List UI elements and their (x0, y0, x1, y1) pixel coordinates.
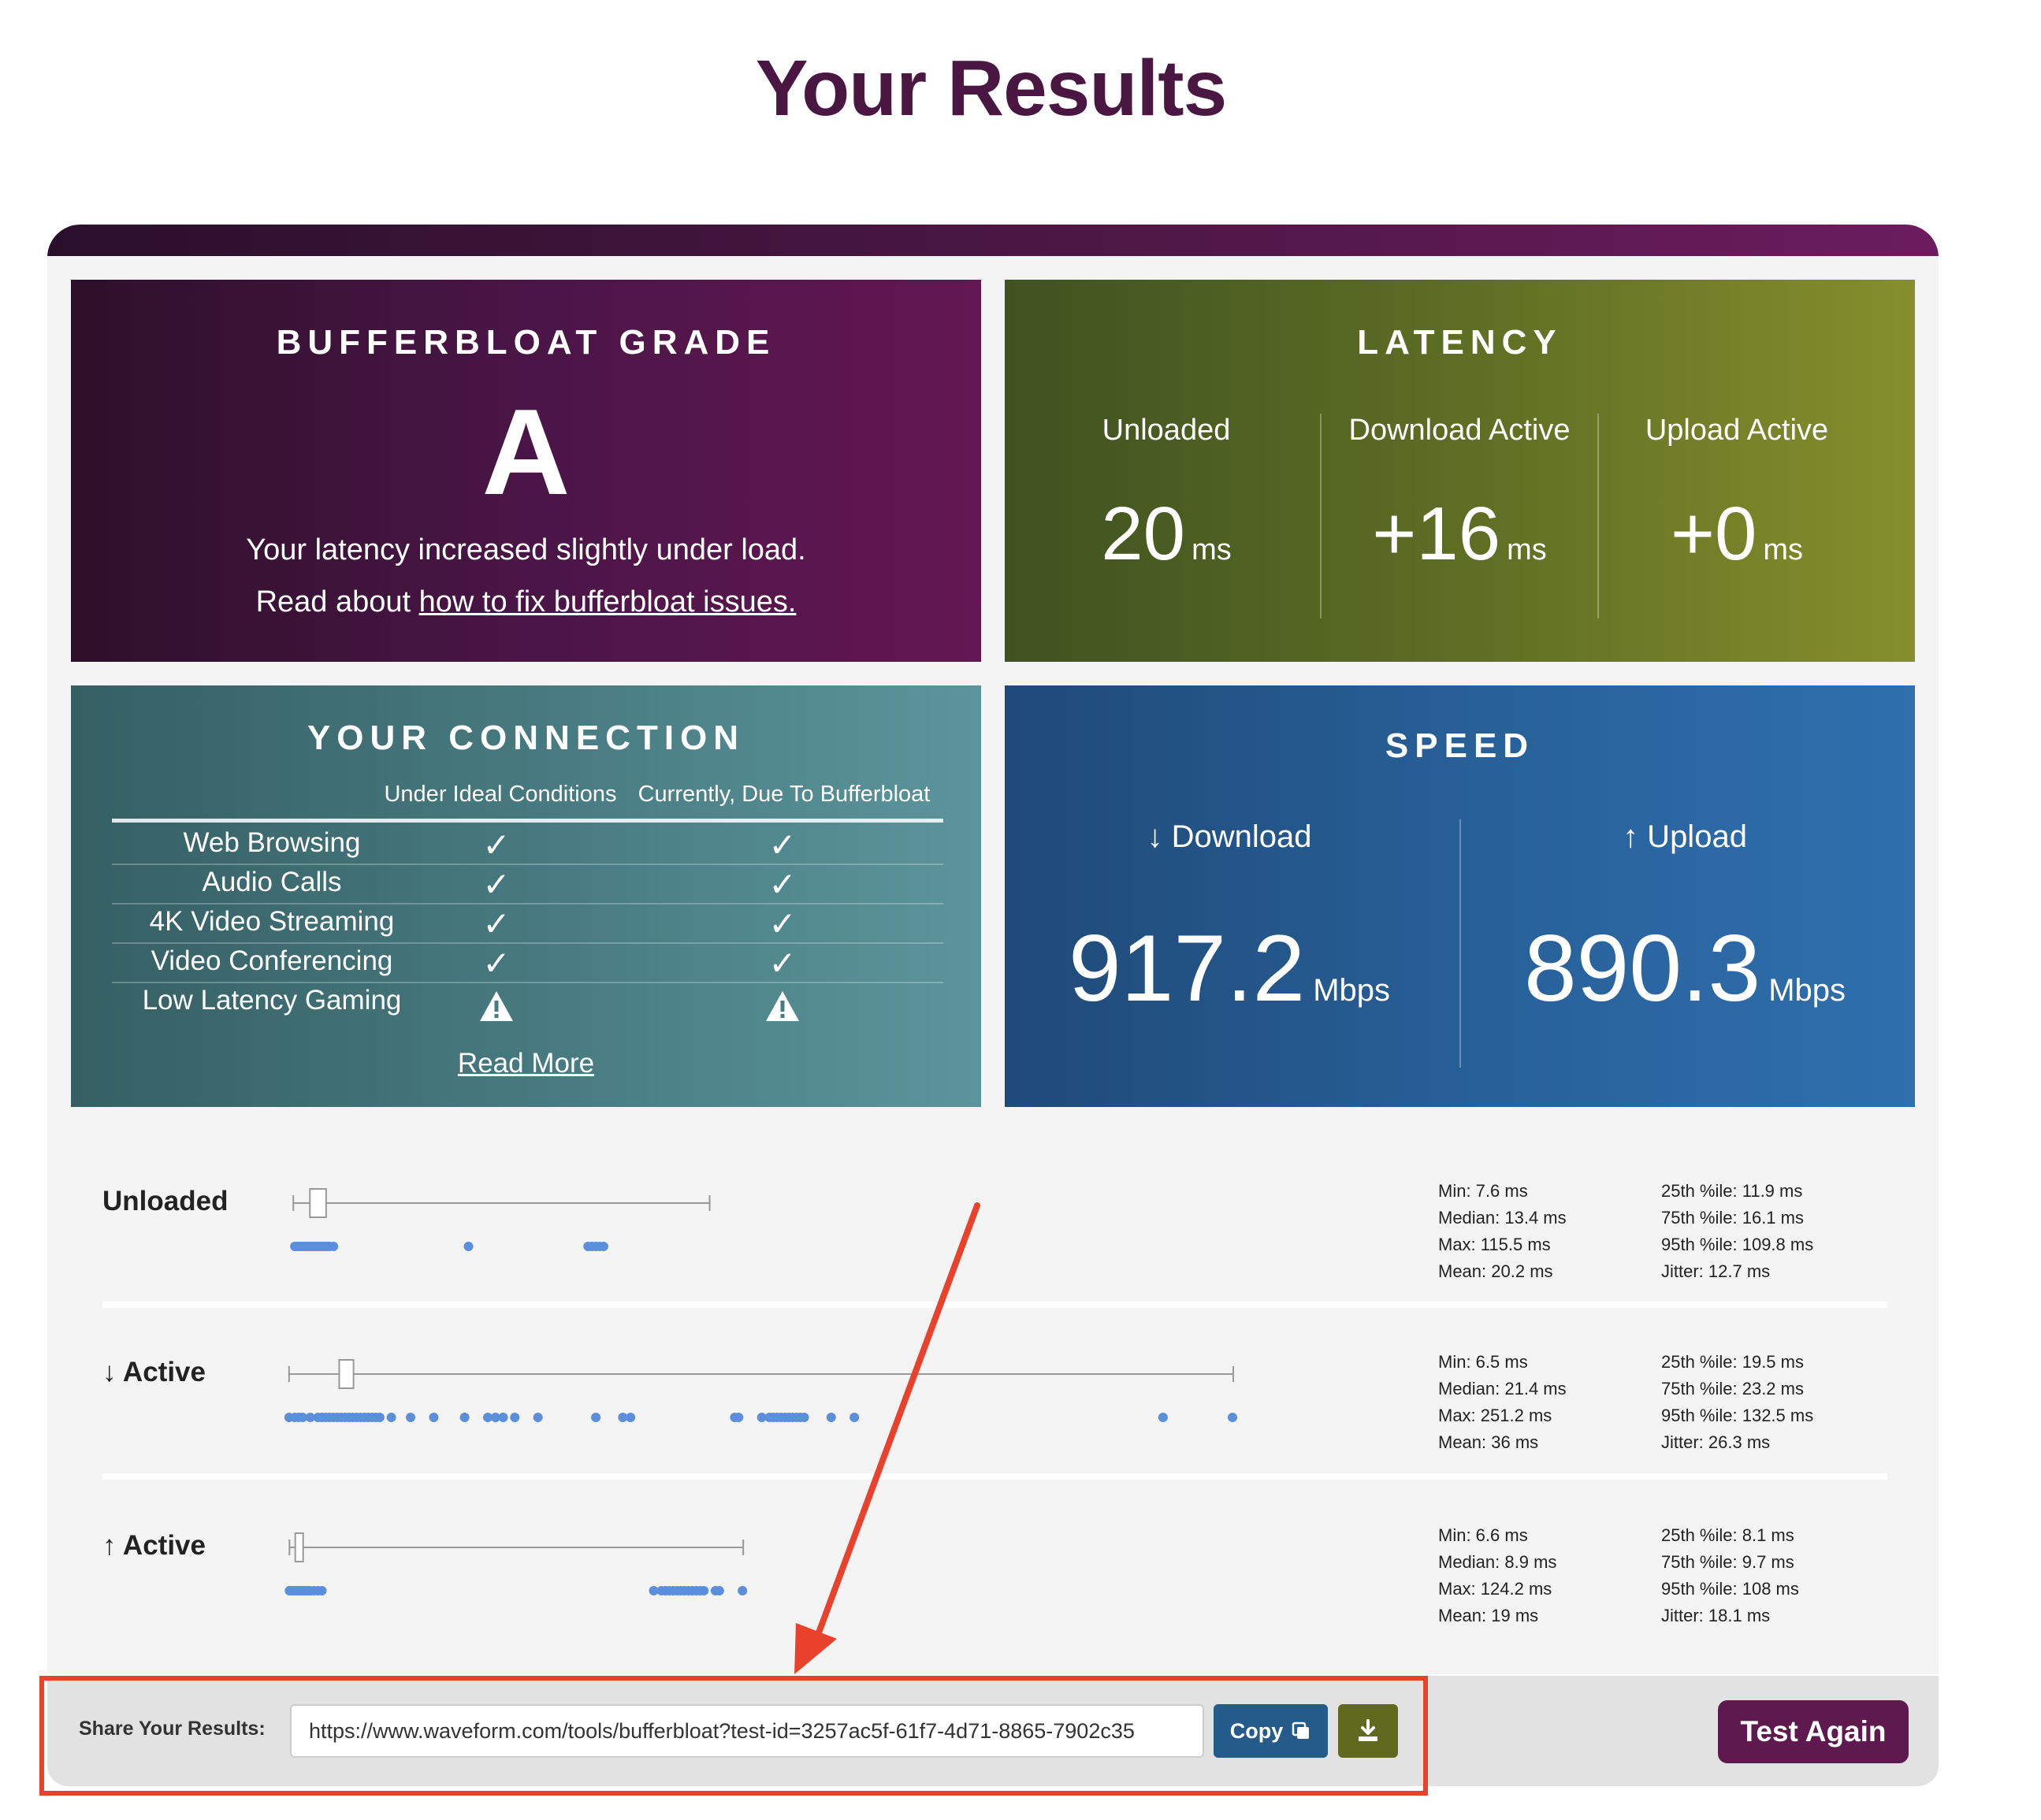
share-url-input[interactable] (290, 1704, 1204, 1758)
download-icon (1359, 1719, 1377, 1741)
test-again-button[interactable]: Test Again (1718, 1700, 1909, 1763)
download-button[interactable] (1338, 1704, 1398, 1758)
share-label: Share Your Results: (79, 1718, 266, 1740)
copy-label: Copy (1229, 1718, 1284, 1743)
copy-icon (1292, 1722, 1310, 1739)
copy-button[interactable]: Copy (1214, 1704, 1328, 1758)
annotation-arrow (794, 1202, 980, 1674)
